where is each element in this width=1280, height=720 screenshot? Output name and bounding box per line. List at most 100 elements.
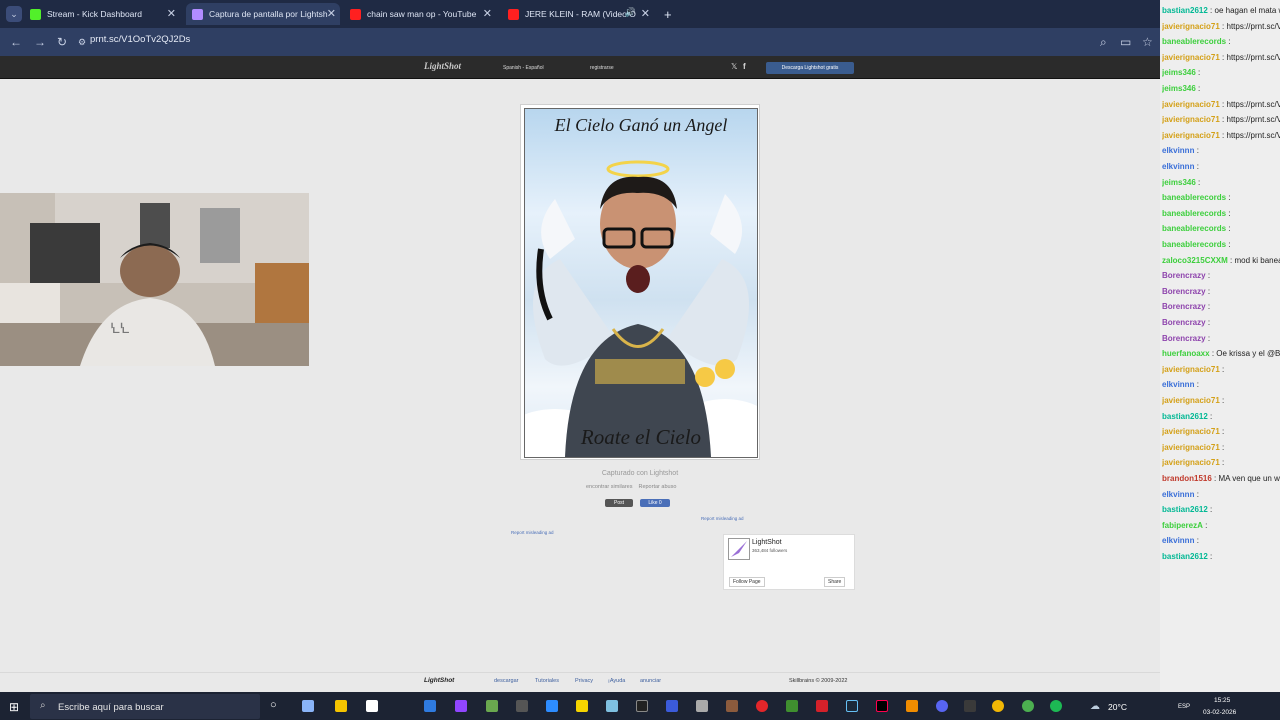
obs-icon[interactable] bbox=[964, 700, 976, 712]
fb-follow-button[interactable]: Follow Page bbox=[729, 577, 765, 587]
facebook-like-button[interactable]: Like 0 bbox=[640, 499, 670, 507]
chat-username[interactable]: jeims346 bbox=[1162, 68, 1196, 77]
app-icon-brown[interactable] bbox=[726, 700, 738, 712]
chat-username[interactable]: javierignacio71 bbox=[1162, 396, 1220, 405]
chat-username[interactable]: elkvinnn bbox=[1162, 146, 1194, 155]
report-ad-link[interactable]: Report misleading ad bbox=[511, 530, 554, 535]
task-view-icon[interactable]: ○ bbox=[270, 699, 277, 711]
tab-close-icon[interactable]: ✕ bbox=[483, 7, 492, 20]
app-icon-red[interactable] bbox=[816, 700, 828, 712]
notepad-icon[interactable] bbox=[366, 700, 378, 712]
tab-lightshot[interactable]: Captura de pantalla por Lightsh ✕ bbox=[186, 3, 340, 25]
chat-username[interactable]: baneablerecords bbox=[1162, 209, 1226, 218]
discord-icon[interactable] bbox=[936, 700, 948, 712]
chat-username[interactable]: brandon1516 bbox=[1162, 474, 1212, 483]
app-icon-steam-like[interactable] bbox=[666, 700, 678, 712]
clock-time[interactable]: 15:25 bbox=[1214, 697, 1230, 704]
weather-icon[interactable]: ☁ bbox=[1090, 701, 1100, 712]
footer-help-link[interactable]: ¡Ayuda bbox=[608, 678, 625, 684]
chat-username[interactable]: elkvinnn bbox=[1162, 490, 1194, 499]
register-link[interactable]: registrarse bbox=[590, 65, 614, 71]
chat-username[interactable]: javierignacio71 bbox=[1162, 427, 1220, 436]
report-abuse-link[interactable]: Reportar abuso bbox=[638, 484, 676, 490]
reload-icon[interactable]: ↻ bbox=[57, 35, 67, 49]
tab-youtube-chainsaw[interactable]: chain saw man op - YouTube ✕ bbox=[350, 3, 496, 25]
tab-close-icon[interactable]: ✕ bbox=[167, 7, 176, 20]
tab-close-icon[interactable]: ✕ bbox=[327, 7, 336, 20]
capcut-icon[interactable] bbox=[636, 700, 648, 712]
site-info-icon[interactable]: ⚙ bbox=[78, 37, 86, 48]
chat-username[interactable]: javierignacio71 bbox=[1162, 365, 1220, 374]
app-icon-widgets[interactable] bbox=[302, 700, 314, 712]
chat-username[interactable]: Borencrazy bbox=[1162, 318, 1206, 327]
forward-icon[interactable]: → bbox=[34, 35, 46, 49]
chat-username[interactable]: jeims346 bbox=[1162, 178, 1196, 187]
back-icon[interactable]: ← bbox=[10, 35, 22, 49]
download-lightshot-button[interactable]: Descarga Lightshot gratis bbox=[766, 62, 854, 74]
chat-username[interactable]: baneablerecords bbox=[1162, 224, 1226, 233]
settings-icon[interactable] bbox=[696, 700, 708, 712]
report-ad-link[interactable]: Report misleading ad bbox=[701, 516, 744, 521]
chat-username[interactable]: javierignacio71 bbox=[1162, 115, 1220, 124]
screenshot-image[interactable]: El Cielo Ganó un Angel Roate el Cielo bbox=[524, 108, 758, 458]
chat-username[interactable]: Borencrazy bbox=[1162, 334, 1206, 343]
chat-username[interactable]: Borencrazy bbox=[1162, 302, 1206, 311]
chat-username[interactable]: elkvinnn bbox=[1162, 536, 1194, 545]
tab-close-icon[interactable]: ✕ bbox=[641, 7, 650, 20]
zoom-app-icon[interactable] bbox=[546, 700, 558, 712]
chat-username[interactable]: bastian2612 bbox=[1162, 552, 1208, 561]
chat-username[interactable]: elkvinnn bbox=[1162, 380, 1194, 389]
copilot-icon[interactable] bbox=[424, 700, 436, 712]
chat-username[interactable]: elkvinnn bbox=[1162, 162, 1194, 171]
chat-username[interactable]: javierignacio71 bbox=[1162, 131, 1220, 140]
tab-search-button[interactable]: ⌄ bbox=[6, 6, 22, 22]
tab-youtube-jere[interactable]: JERE KLEIN - RAM (Video O 🔊 ✕ bbox=[508, 3, 654, 25]
chat-username[interactable]: jeims346 bbox=[1162, 84, 1196, 93]
chat-username[interactable]: baneablerecords bbox=[1162, 193, 1226, 202]
spotify-icon[interactable] bbox=[1050, 700, 1062, 712]
chat-username[interactable]: javierignacio71 bbox=[1162, 100, 1220, 109]
footer-tutorials-link[interactable]: Tutoriales bbox=[535, 678, 559, 684]
chat-username[interactable]: bastian2612 bbox=[1162, 412, 1208, 421]
chat-username[interactable]: baneablerecords bbox=[1162, 37, 1226, 46]
app-icon-blue[interactable] bbox=[606, 700, 618, 712]
opera-icon[interactable] bbox=[756, 700, 768, 712]
language-select[interactable]: Spanish - Español bbox=[503, 65, 544, 71]
twitch-icon[interactable] bbox=[455, 700, 467, 712]
chrome-profile-icon[interactable] bbox=[1022, 700, 1034, 712]
fb-share-button[interactable]: Share bbox=[824, 577, 846, 587]
chrome-icon[interactable] bbox=[992, 700, 1004, 712]
audio-playing-icon[interactable]: 🔊 bbox=[625, 7, 636, 18]
chat-username[interactable]: javierignacio71 bbox=[1162, 443, 1220, 452]
find-similar-link[interactable]: encontrar similares bbox=[586, 484, 632, 490]
app-icon-dark[interactable] bbox=[516, 700, 528, 712]
sticky-notes-icon[interactable] bbox=[576, 700, 588, 712]
lightshot-logo[interactable]: LightShot bbox=[424, 61, 461, 71]
app-icon-green[interactable] bbox=[486, 700, 498, 712]
footer-privacy-link[interactable]: Privacy bbox=[575, 678, 593, 684]
taskbar-search-box[interactable]: ⌕ Escribe aquí para buscar bbox=[30, 694, 260, 719]
app-icon-orange[interactable] bbox=[906, 700, 918, 712]
chat-username[interactable]: huerfanoaxx bbox=[1162, 349, 1210, 358]
chat-username[interactable]: baneablerecords bbox=[1162, 240, 1226, 249]
minecraft-icon[interactable] bbox=[786, 700, 798, 712]
bookmark-star-icon[interactable]: ☆ bbox=[1142, 35, 1153, 49]
new-tab-button[interactable]: + bbox=[664, 3, 680, 25]
clock-date[interactable]: 03-02-2026 bbox=[1203, 709, 1236, 716]
file-explorer-icon[interactable] bbox=[335, 700, 347, 712]
language-indicator[interactable]: ESP bbox=[1178, 704, 1190, 710]
temperature[interactable]: 20°C bbox=[1108, 702, 1127, 712]
steam-icon[interactable] bbox=[846, 700, 858, 712]
facebook-icon[interactable]: f bbox=[743, 62, 746, 71]
footer-advertise-link[interactable]: anunciar bbox=[640, 678, 661, 684]
chat-username[interactable]: javierignacio71 bbox=[1162, 53, 1220, 62]
zoom-icon[interactable]: ⌕ bbox=[1100, 35, 1107, 50]
cast-icon[interactable]: ▭ bbox=[1120, 35, 1131, 49]
tweet-button[interactable]: Post bbox=[605, 499, 633, 507]
chat-username[interactable]: bastian2612 bbox=[1162, 505, 1208, 514]
chat-username[interactable]: bastian2612 bbox=[1162, 6, 1208, 15]
windows-start-icon[interactable]: ⊞ bbox=[9, 700, 19, 714]
chat-username[interactable]: javierignacio71 bbox=[1162, 458, 1220, 467]
footer-logo[interactable]: LightShot bbox=[424, 677, 454, 684]
tiktok-icon[interactable] bbox=[876, 700, 888, 712]
